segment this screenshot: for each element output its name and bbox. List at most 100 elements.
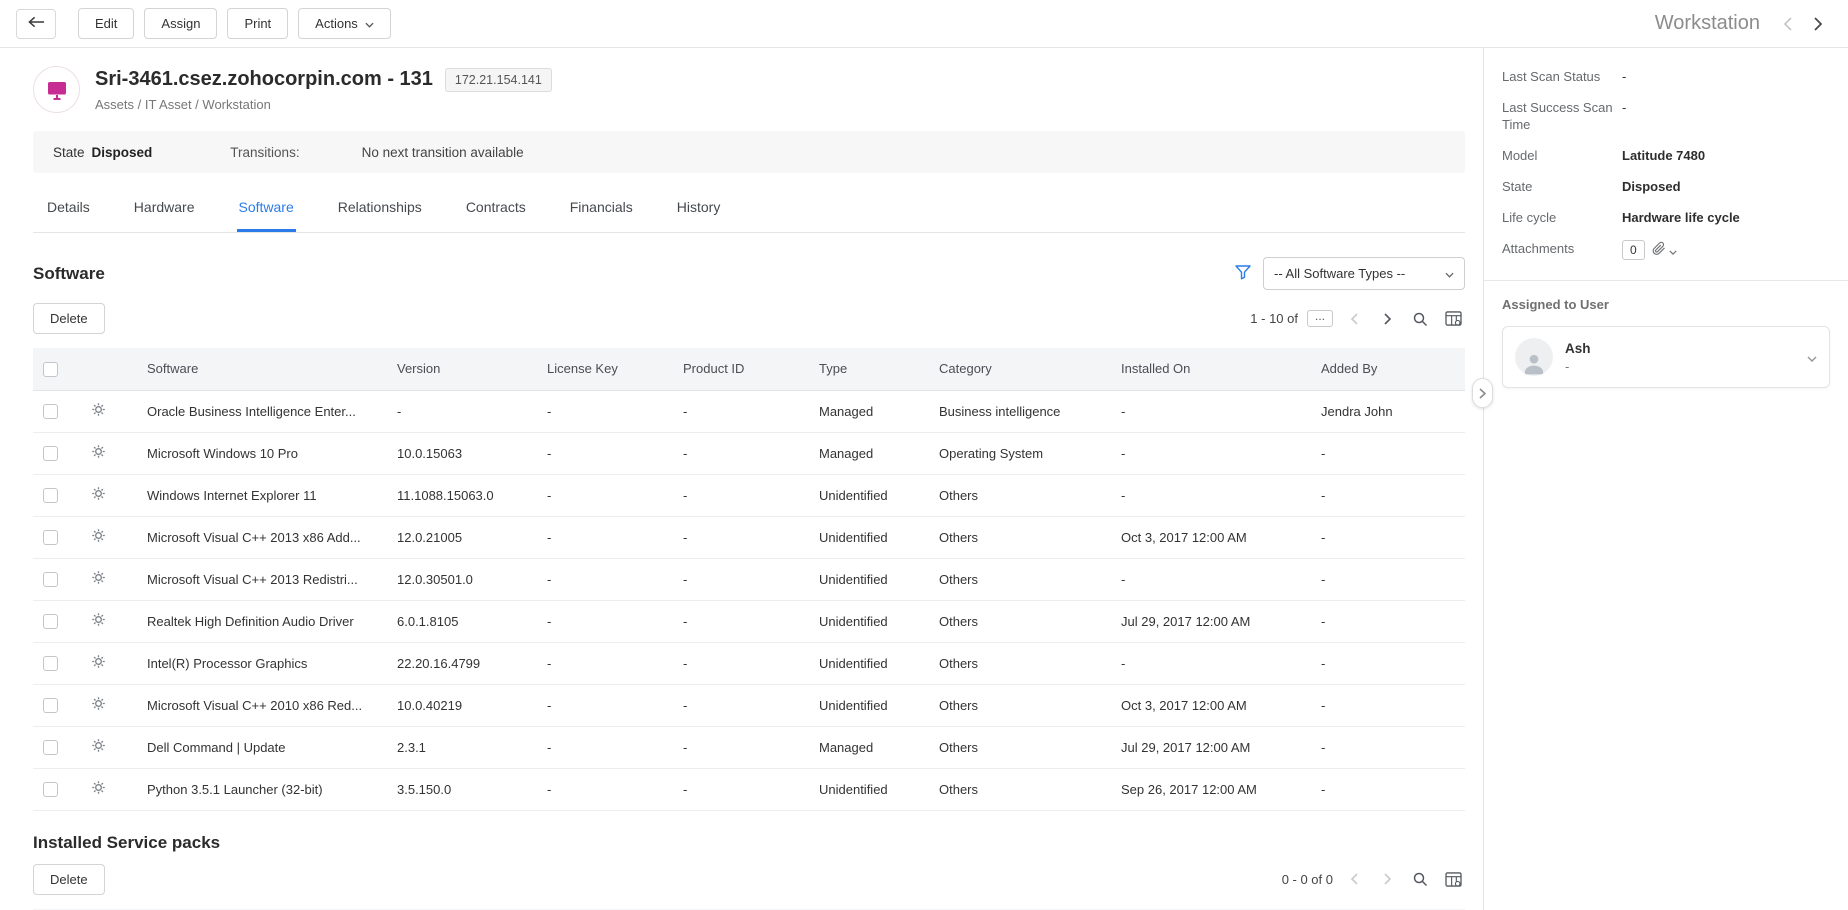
row-gear-icon[interactable] [91,780,106,795]
cell-added-by: - [1311,432,1465,474]
cell-license-key: - [537,768,673,810]
cell-category: Others [929,600,1111,642]
next-asset-chevron-icon[interactable] [1806,12,1830,36]
row-gear-icon[interactable] [91,696,106,711]
row-gear-icon[interactable] [91,738,106,753]
attachments-count-badge: 0 [1622,240,1645,260]
tab-details[interactable]: Details [45,185,92,232]
cell-software: Microsoft Windows 10 Pro [137,432,387,474]
edit-button[interactable]: Edit [78,8,134,39]
service-pack-toolbar: Delete 0 - 0 of 0 [33,864,1465,895]
cell-version: 10.0.40219 [387,684,537,726]
page-prev-chevron-icon[interactable] [1342,867,1366,891]
cell-installed-on: Sep 26, 2017 12:00 AM [1111,768,1311,810]
cell-installed-on: Oct 3, 2017 12:00 AM [1111,516,1311,558]
main-area: Sri-3461.csez.zohocorpin.com - 131 172.2… [0,48,1484,910]
row-checkbox[interactable] [43,656,58,671]
row-gear-icon[interactable] [91,570,106,585]
row-checkbox[interactable] [43,614,58,629]
page-next-chevron-icon[interactable] [1375,867,1399,891]
service-pack-section-head: Installed Service packs [33,833,1465,853]
tab-contracts[interactable]: Contracts [464,185,528,232]
cell-category: Others [929,684,1111,726]
column-settings-icon[interactable] [1441,307,1465,331]
software-delete-button[interactable]: Delete [33,303,105,334]
row-gear-icon[interactable] [91,612,106,627]
column-settings-icon[interactable] [1441,867,1465,891]
tab-relationships[interactable]: Relationships [336,185,424,232]
col-installed-on[interactable]: Installed On [1111,348,1311,390]
col-type[interactable]: Type [809,348,929,390]
chevron-down-icon[interactable] [1807,350,1817,365]
print-button[interactable]: Print [227,8,288,39]
cell-license-key: - [537,474,673,516]
cell-license-key: - [537,516,673,558]
cell-software: Windows Internet Explorer 11 [137,474,387,516]
service-pack-pagination: 0 - 0 of 0 [1282,867,1465,891]
row-gear-icon[interactable] [91,444,106,459]
panel-collapse-button[interactable] [1472,378,1493,408]
page-size-button[interactable]: ... [1307,310,1333,327]
row-gear-icon[interactable] [91,654,106,669]
details-side-panel: Last Scan Status - Last Success Scan Tim… [1484,48,1848,910]
search-icon[interactable] [1408,307,1432,331]
content: Sri-3461.csez.zohocorpin.com - 131 172.2… [0,48,1848,910]
row-checkbox[interactable] [43,446,58,461]
back-button[interactable] [16,9,56,39]
software-table-row: Microsoft Visual C++ 2010 x86 Red...10.0… [33,684,1465,726]
col-license-key[interactable]: License Key [537,348,673,390]
cell-product-id: - [673,516,809,558]
row-checkbox[interactable] [43,488,58,503]
cell-added-by: - [1311,684,1465,726]
col-software[interactable]: Software [137,348,387,390]
select-all-checkbox[interactable] [43,362,58,377]
breadcrumb[interactable]: Assets / IT Asset / Workstation [95,97,552,112]
cell-added-by: - [1311,642,1465,684]
col-version[interactable]: Version [387,348,537,390]
cell-license-key: - [537,684,673,726]
row-checkbox[interactable] [43,698,58,713]
cell-license-key: - [537,390,673,432]
row-gear-icon[interactable] [91,486,106,501]
cell-license-key: - [537,642,673,684]
page-prev-chevron-icon[interactable] [1342,307,1366,331]
search-icon[interactable] [1408,867,1432,891]
row-checkbox[interactable] [43,572,58,587]
cell-product-id: - [673,390,809,432]
software-table-row: Python 3.5.1 Launcher (32-bit)3.5.150.0-… [33,768,1465,810]
assign-button[interactable]: Assign [144,8,217,39]
row-gear-icon[interactable] [91,528,106,543]
cell-added-by: - [1311,558,1465,600]
software-table-row: Microsoft Visual C++ 2013 x86 Add...12.0… [33,516,1465,558]
filter-icon[interactable] [1235,265,1251,283]
cell-type: Unidentified [809,474,929,516]
cell-added-by: - [1311,516,1465,558]
row-checkbox[interactable] [43,530,58,545]
assigned-user-card[interactable]: Ash - [1502,326,1830,388]
cell-product-id: - [673,642,809,684]
software-table-row: Intel(R) Processor Graphics22.20.16.4799… [33,642,1465,684]
col-category[interactable]: Category [929,348,1111,390]
cell-type: Unidentified [809,558,929,600]
prev-asset-chevron-icon[interactable] [1776,12,1800,36]
panel-divider [1484,280,1848,281]
row-checkbox[interactable] [43,740,58,755]
row-checkbox[interactable] [43,404,58,419]
row-gear-icon[interactable] [91,402,106,417]
module-title: Workstation [1655,12,1760,35]
col-added-by[interactable]: Added By [1311,348,1465,390]
page-next-chevron-icon[interactable] [1375,307,1399,331]
tab-history[interactable]: History [675,185,723,232]
tab-financials[interactable]: Financials [568,185,635,232]
cell-version: 3.5.150.0 [387,768,537,810]
cell-added-by: - [1311,768,1465,810]
row-checkbox[interactable] [43,782,58,797]
attachments-button[interactable] [1652,241,1677,259]
actions-button[interactable]: Actions [298,8,391,39]
service-pack-delete-button[interactable]: Delete [33,864,105,895]
tab-software[interactable]: Software [237,185,296,232]
software-type-dropdown[interactable]: -- All Software Types -- [1263,257,1465,290]
tab-hardware[interactable]: Hardware [132,185,197,232]
col-product-id[interactable]: Product ID [673,348,809,390]
field-label: Attachments [1502,240,1622,260]
